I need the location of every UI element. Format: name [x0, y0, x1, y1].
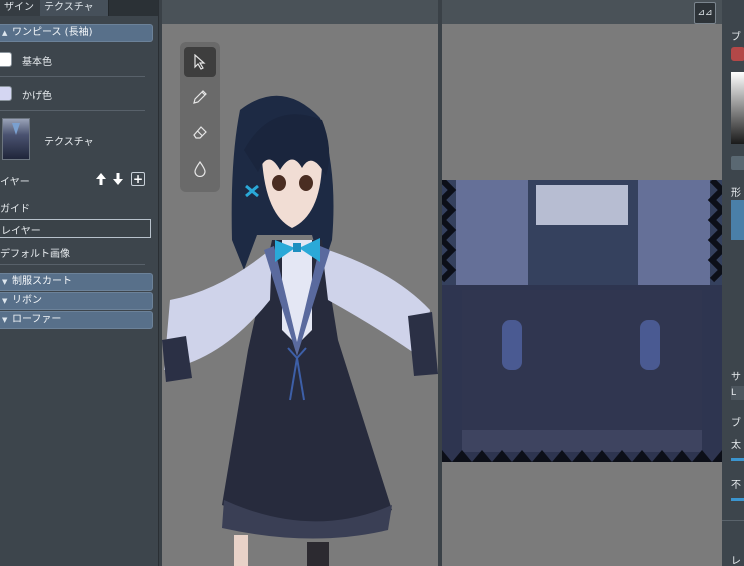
- divider: [722, 520, 744, 521]
- select-tool-button[interactable]: [184, 47, 216, 77]
- right-panel: ブ 形 サ L ブ 太 不 レ: [722, 0, 744, 566]
- eraser-icon: [193, 126, 207, 139]
- expand-icon: ▼: [2, 316, 8, 324]
- right-label-size: サ: [731, 372, 741, 383]
- mirror-toggle-button[interactable]: ⊿⊿: [694, 2, 716, 24]
- right-label-brush: ブ: [731, 32, 741, 43]
- section-skirt-label: 制服スカート: [12, 276, 72, 287]
- right-label-opacity: 不: [731, 480, 741, 491]
- right-label-thickness: 太: [731, 440, 741, 451]
- add-layer-button[interactable]: +: [131, 172, 145, 186]
- layer-item-default-image[interactable]: デフォルト画像: [0, 245, 70, 260]
- texture-label: テクスチャ: [44, 137, 94, 148]
- brush-color-swatch[interactable]: [731, 47, 744, 61]
- arrow-up-icon: [96, 173, 106, 185]
- texture-header: [442, 0, 722, 24]
- section-ribbon[interactable]: ▼ リボン: [0, 292, 153, 310]
- divider: [0, 76, 145, 77]
- base-color-label: 基本色: [22, 57, 52, 68]
- texture-thumbnail[interactable]: [2, 118, 30, 160]
- layer-item-layer: レイヤー: [1, 226, 41, 237]
- divider: [0, 264, 145, 265]
- section-skirt[interactable]: ▼ 制服スカート: [0, 273, 153, 291]
- right-label-brush-2: ブ: [731, 418, 741, 429]
- expand-icon: ▼: [2, 278, 8, 286]
- uv-texture: [442, 180, 722, 462]
- pen-tool-button[interactable]: [184, 82, 216, 112]
- tab-bar: ザイン テクスチャ: [0, 0, 158, 16]
- collapse-icon: ▲: [2, 29, 8, 37]
- shade-color-label: かげ色: [22, 91, 52, 102]
- layer-item-guide[interactable]: ガイド: [0, 200, 30, 215]
- layer-down-button[interactable]: [111, 172, 125, 186]
- color-mode-button[interactable]: [731, 156, 744, 170]
- right-label-shape: 形: [731, 188, 741, 199]
- section-onepiece[interactable]: ▲ ワンピース (長袖): [0, 24, 153, 42]
- size-field[interactable]: L: [731, 386, 744, 400]
- texture-canvas[interactable]: [442, 0, 722, 566]
- cursor-icon: [194, 54, 206, 70]
- divider: [0, 110, 145, 111]
- tab-design[interactable]: ザイン: [0, 0, 43, 16]
- left-panel: ザイン テクスチャ ▲ ワンピース (長袖) 基本色 かげ色 テクスチャ イヤー…: [0, 0, 159, 566]
- opacity-slider[interactable]: [731, 498, 744, 501]
- base-color-swatch[interactable]: [0, 52, 12, 67]
- fill-icon: [194, 161, 206, 177]
- arrow-down-icon: [113, 173, 123, 185]
- right-label-layer: レ: [731, 556, 741, 566]
- fill-tool-button[interactable]: [184, 154, 216, 184]
- tool-palette: [180, 42, 220, 192]
- section-ribbon-label: リボン: [12, 295, 42, 306]
- section-onepiece-label: ワンピース (長袖): [12, 27, 93, 38]
- tab-texture[interactable]: テクスチャ: [40, 0, 109, 16]
- shape-preview[interactable]: [731, 200, 744, 240]
- layer-up-button[interactable]: [94, 172, 108, 186]
- layer-label: イヤー: [0, 177, 30, 188]
- section-loafer-label: ローファー: [12, 314, 62, 325]
- section-loafer[interactable]: ▼ ローファー: [0, 311, 153, 329]
- texture-image: [442, 180, 722, 462]
- expand-icon: ▼: [2, 297, 8, 305]
- thickness-slider[interactable]: [731, 458, 744, 461]
- pen-icon: [193, 90, 207, 104]
- color-gradient-picker[interactable]: [731, 72, 744, 144]
- layer-item-selected[interactable]: レイヤー: [0, 219, 151, 238]
- eraser-tool-button[interactable]: [184, 117, 216, 147]
- shade-color-swatch[interactable]: [0, 86, 12, 101]
